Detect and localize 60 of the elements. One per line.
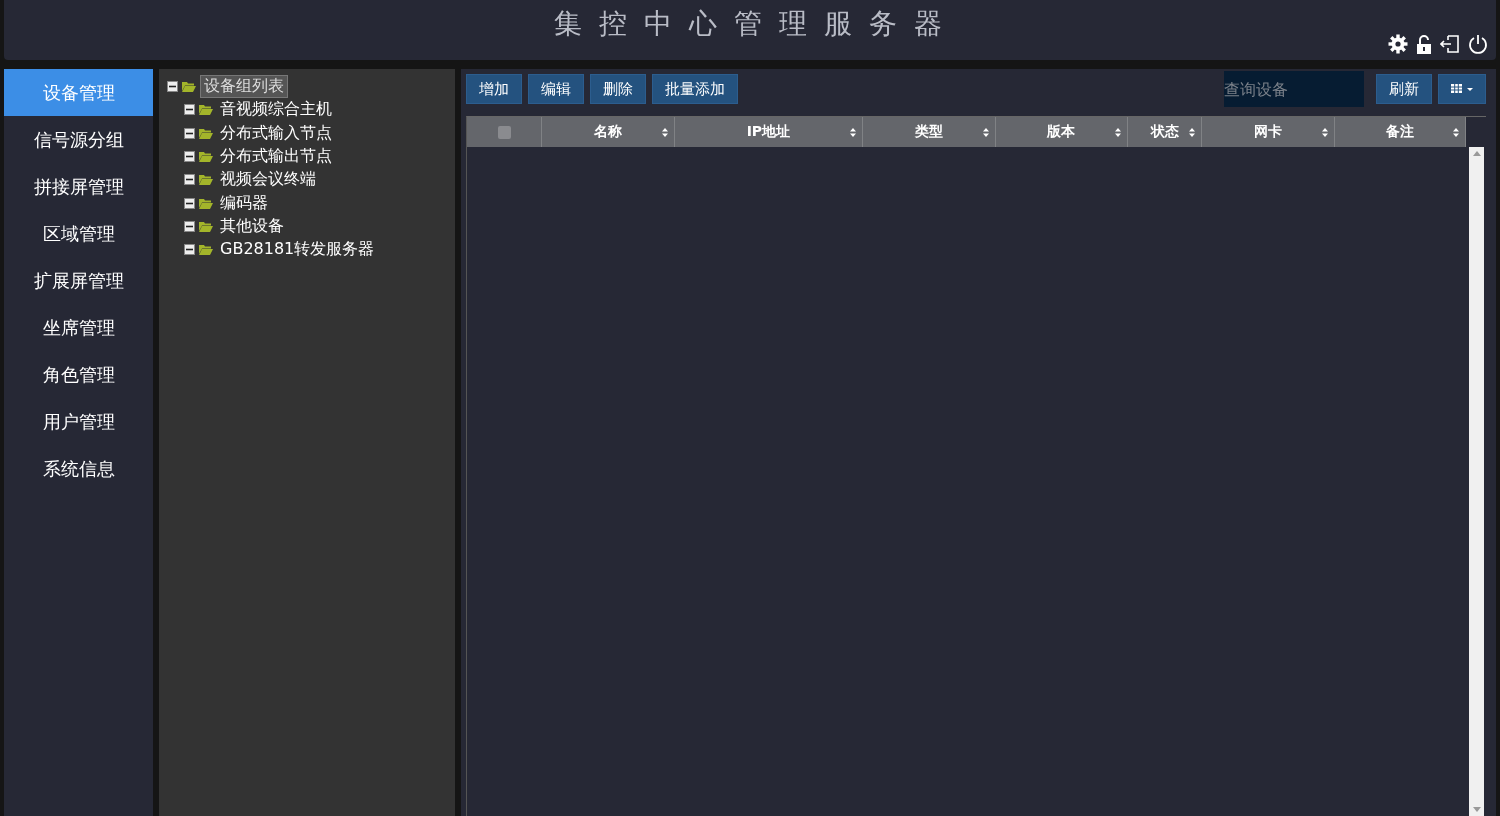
folder-icon <box>199 127 213 139</box>
collapse-toggle[interactable] <box>184 244 195 256</box>
sort-icon[interactable] <box>1321 128 1328 137</box>
column-header[interactable]: 状态 <box>1128 117 1203 147</box>
folder-icon <box>199 220 213 232</box>
collapse-toggle[interactable] <box>184 197 195 209</box>
tree-item[interactable]: 编码器 <box>217 192 271 214</box>
tree-item[interactable]: 其他设备 <box>217 215 287 237</box>
folder-icon <box>199 197 213 209</box>
folder-icon <box>199 174 213 186</box>
sort-icon[interactable] <box>982 128 989 137</box>
tree-item[interactable]: GB28181转发服务器 <box>217 239 378 261</box>
logout-icon[interactable] <box>1440 34 1460 54</box>
sort-icon[interactable] <box>661 128 668 137</box>
column-header[interactable]: 网卡 <box>1202 117 1335 147</box>
collapse-toggle[interactable] <box>184 151 195 163</box>
refresh-button[interactable]: 刷新 <box>1376 74 1432 104</box>
sort-icon[interactable] <box>1115 128 1122 137</box>
sidebar-item[interactable]: 系统信息 <box>4 445 153 492</box>
columns-button[interactable] <box>1438 74 1486 104</box>
folder-icon <box>199 151 213 163</box>
unlocked-padlock-icon[interactable] <box>1416 34 1432 54</box>
toolbar-button[interactable]: 删除 <box>590 74 646 104</box>
sidebar-item[interactable]: 角色管理 <box>4 351 153 398</box>
sidebar-item[interactable]: 区域管理 <box>4 210 153 257</box>
power-icon[interactable] <box>1468 34 1488 54</box>
column-header[interactable]: IP地址 <box>674 117 864 147</box>
collapse-toggle[interactable] <box>184 104 195 116</box>
toolbar-button[interactable]: 编辑 <box>528 74 584 104</box>
sidebar-item[interactable]: 拼接屏管理 <box>4 163 153 210</box>
sidebar-item[interactable]: 用户管理 <box>4 398 153 445</box>
app-title: 集 控 中 心 管 理 服 务 器 <box>554 6 946 42</box>
column-header[interactable]: 备注 <box>1334 117 1466 147</box>
sidebar-item[interactable]: 扩展屏管理 <box>4 257 153 304</box>
folder-icon <box>199 104 213 116</box>
tree-item[interactable]: 分布式输出节点 <box>217 146 335 168</box>
tree-item[interactable]: 设备组列表 <box>200 75 288 99</box>
tree-item[interactable]: 音视频综合主机 <box>217 99 335 121</box>
collapse-toggle[interactable] <box>184 174 195 186</box>
sidebar-item[interactable]: 信号源分组 <box>4 116 153 163</box>
tree-item[interactable]: 分布式输入节点 <box>217 122 335 144</box>
search-field[interactable]: 查询设备 <box>1224 71 1364 107</box>
settings-icon[interactable] <box>1388 34 1408 54</box>
collapse-toggle[interactable] <box>184 127 195 139</box>
toolbar-button[interactable]: 增加 <box>466 74 522 104</box>
toolbar-button[interactable]: 批量添加 <box>652 74 738 104</box>
select-all-checkbox[interactable] <box>497 125 511 139</box>
collapse-toggle[interactable] <box>184 220 195 232</box>
folder-icon <box>199 244 213 256</box>
column-header[interactable]: 名称 <box>542 117 675 147</box>
sort-icon[interactable] <box>1453 128 1459 137</box>
column-header[interactable]: 类型 <box>863 117 996 147</box>
column-header[interactable]: 版本 <box>995 117 1129 147</box>
tree-item[interactable]: 视频会议终端 <box>217 169 319 191</box>
folder-icon <box>182 81 196 93</box>
grid-caret-icon <box>1451 84 1473 94</box>
sidebar-item[interactable]: 坐席管理 <box>4 304 153 351</box>
sort-icon[interactable] <box>850 128 857 137</box>
sort-icon[interactable] <box>1189 128 1196 137</box>
collapse-toggle[interactable] <box>167 81 178 93</box>
